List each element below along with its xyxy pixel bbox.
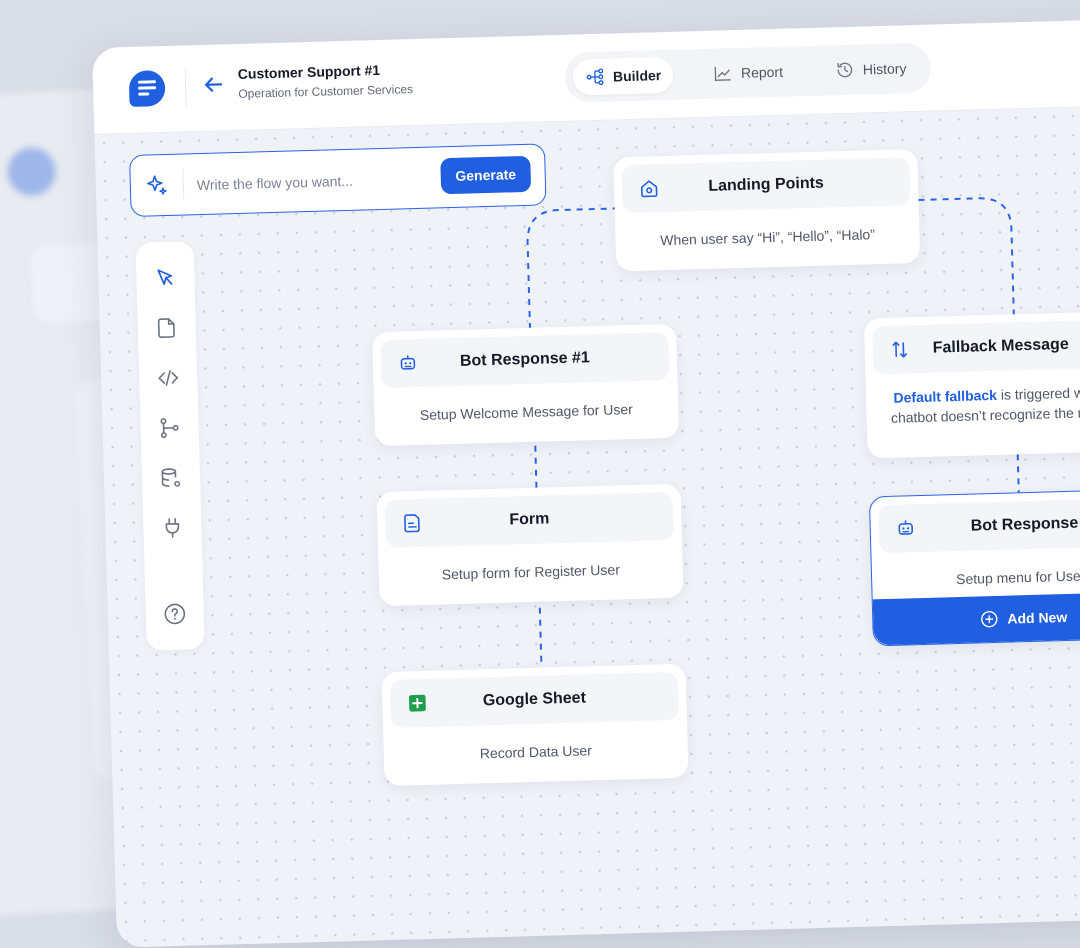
node-description: Setup form for Register User bbox=[441, 561, 621, 583]
back-arrow-icon[interactable] bbox=[201, 72, 228, 99]
robot-icon bbox=[898, 520, 914, 535]
add-new-label: Add New bbox=[1007, 608, 1068, 627]
history-icon bbox=[837, 62, 853, 78]
tab-builder[interactable]: Builder bbox=[572, 56, 674, 96]
node-header: Bot Response #2 bbox=[878, 497, 1080, 554]
view-tabs: Builder Report History bbox=[564, 42, 932, 103]
page-title: Customer Support #1 bbox=[237, 61, 381, 82]
node-title: Bot Response #1 bbox=[459, 349, 590, 370]
code-icon[interactable] bbox=[156, 366, 181, 391]
node-description: Setup menu for User bbox=[955, 567, 1080, 588]
node-google-sheet[interactable]: Google Sheet Record Data User bbox=[381, 663, 689, 787]
generate-flow-box: Generate bbox=[129, 143, 547, 217]
database-settings-icon[interactable] bbox=[159, 466, 184, 491]
node-fallback-message[interactable]: Fallback Message Default fallback is tri… bbox=[863, 310, 1080, 459]
tool-sidebar bbox=[135, 241, 205, 651]
node-bot-response-2[interactable]: Bot Response #2 Setup menu for User Add … bbox=[868, 488, 1080, 647]
app-window: Customer Support #1 Operation for Custom… bbox=[92, 17, 1080, 948]
flow-prompt-input[interactable] bbox=[194, 165, 430, 199]
node-title: Fallback Message bbox=[932, 335, 1069, 357]
node-landing-points[interactable]: Landing Points When user say “Hi”, “Hell… bbox=[613, 149, 921, 272]
chart-line-icon bbox=[714, 66, 731, 81]
flow-icon bbox=[586, 68, 604, 86]
input-divider bbox=[182, 168, 185, 201]
node-header: Bot Response #1 bbox=[380, 332, 670, 389]
node-header: Google Sheet bbox=[389, 671, 679, 728]
node-description: Setup Welcome Message for User bbox=[419, 401, 633, 423]
plug-icon[interactable] bbox=[160, 516, 185, 541]
header-divider bbox=[184, 69, 187, 108]
sparkle-icon bbox=[147, 175, 167, 195]
generate-button[interactable]: Generate bbox=[440, 155, 532, 195]
node-title: Bot Response #2 bbox=[970, 514, 1080, 535]
page-subtitle: Operation for Customer Services bbox=[238, 82, 414, 101]
description-highlight[interactable]: Default fallback bbox=[893, 387, 997, 406]
add-new-button[interactable]: Add New bbox=[872, 591, 1080, 646]
cursor-icon[interactable] bbox=[153, 266, 178, 291]
node-description: Record Data User bbox=[479, 742, 593, 762]
file-icon[interactable] bbox=[155, 316, 180, 341]
node-title: Landing Points bbox=[708, 174, 825, 195]
tab-label: Builder bbox=[612, 67, 662, 85]
node-form[interactable]: Form Setup form for Register User bbox=[376, 483, 684, 607]
node-description: Default fallback is triggered when your … bbox=[876, 380, 1080, 428]
tab-report[interactable]: Report bbox=[700, 53, 795, 92]
app-logo bbox=[128, 69, 166, 107]
plus-circle-icon bbox=[981, 610, 998, 628]
node-title: Google Sheet bbox=[482, 689, 587, 710]
branch-icon[interactable] bbox=[157, 416, 182, 441]
swap-vertical-icon bbox=[892, 341, 908, 358]
node-description: When user say “Hi”, “Hello”, “Halo” bbox=[660, 226, 876, 249]
tab-history[interactable]: History bbox=[822, 50, 919, 89]
tab-label: Report bbox=[740, 63, 784, 81]
node-title: Form bbox=[509, 510, 550, 529]
node-bot-response-1[interactable]: Bot Response #1 Setup Welcome Message fo… bbox=[372, 323, 680, 447]
node-header: Fallback Message bbox=[872, 318, 1080, 375]
node-header: Form bbox=[384, 491, 674, 548]
node-header: Landing Points bbox=[621, 157, 911, 214]
tab-label: History bbox=[862, 60, 907, 78]
background-logo bbox=[6, 146, 57, 197]
help-icon[interactable] bbox=[163, 602, 188, 627]
